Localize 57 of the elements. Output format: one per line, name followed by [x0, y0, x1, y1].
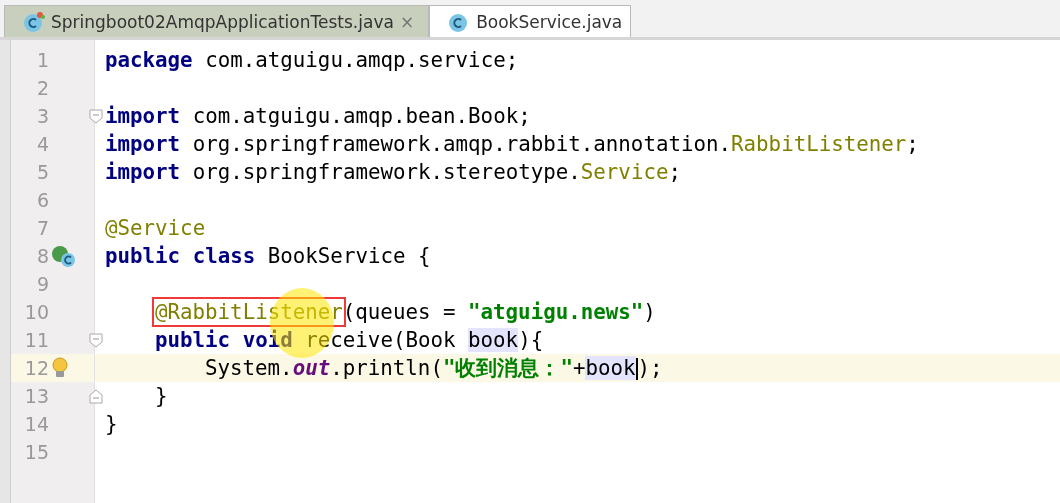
code-token: ; — [906, 132, 919, 156]
class-file-icon — [23, 10, 45, 33]
code-token: Service — [580, 160, 669, 184]
line-number: 4 — [35, 133, 49, 155]
line-number: 11 — [23, 329, 49, 351]
code-token: import — [105, 160, 181, 184]
code-token: ; — [668, 160, 681, 184]
line-number: 8 — [35, 245, 49, 267]
line-number: 6 — [35, 189, 49, 211]
code-token: (queues = — [342, 300, 457, 324]
fold-marker-icon[interactable] — [89, 333, 103, 348]
lightbulb-icon[interactable] — [51, 357, 69, 379]
line-number: 7 — [35, 217, 49, 239]
code-token: receive(Book — [304, 328, 457, 352]
code-token: package — [105, 48, 193, 72]
line-number: 3 — [35, 105, 49, 127]
line-number: 1 — [35, 49, 49, 71]
line-number: 5 — [35, 161, 49, 183]
line-number: 15 — [23, 441, 49, 463]
line-number: 9 — [35, 273, 49, 295]
code-token: com.atguigu.amqp.service; — [204, 48, 519, 72]
code-token: book — [585, 356, 636, 380]
class-icon[interactable] — [51, 245, 77, 269]
code-token: org.springframework.amqp.rabbit.annotation. — [191, 132, 732, 156]
line-number: 14 — [23, 413, 49, 435]
code-token: @Service — [105, 216, 206, 240]
line-number: 10 — [23, 301, 49, 323]
code-token: "收到消息：" — [442, 356, 573, 380]
code-token: "atguigu.news" — [468, 300, 644, 324]
code-token: com.atguigu.amqp.bean.Book; — [191, 104, 531, 128]
code-token: import — [105, 104, 181, 128]
code-token: ) — [643, 300, 656, 324]
line-number: 12 — [23, 357, 49, 379]
code-token: } — [155, 384, 168, 408]
code-token: + — [572, 356, 586, 380]
code-token: public void — [155, 328, 293, 352]
code-token: @RabbitListener — [155, 300, 343, 324]
file-tab[interactable]: Springboot02AmqpApplicationTests.java × — [4, 5, 430, 37]
code-token: ); — [637, 356, 663, 380]
code-token: .println( — [330, 356, 443, 380]
code-token: BookService { — [266, 244, 431, 268]
fold-marker-icon[interactable] — [89, 109, 103, 124]
code-token: org.springframework.stereotype. — [191, 160, 581, 184]
tab-label: Springboot02AmqpApplicationTests.java — [51, 11, 394, 32]
tab-label: BookService.java — [476, 11, 623, 32]
fold-marker-icon[interactable] — [89, 389, 103, 404]
code-token: RabbitListener — [731, 132, 907, 156]
code-token: out — [292, 356, 331, 380]
line-number: 13 — [23, 385, 49, 407]
code-token: book — [468, 328, 519, 352]
code-token: } — [105, 412, 118, 436]
code-token: System. — [205, 356, 293, 380]
file-tab[interactable]: BookService.java — [429, 5, 632, 37]
line-number: 2 — [35, 77, 49, 99]
code-token: ){ — [518, 328, 544, 352]
code-token: import — [105, 132, 181, 156]
code-token: public class — [105, 244, 256, 268]
